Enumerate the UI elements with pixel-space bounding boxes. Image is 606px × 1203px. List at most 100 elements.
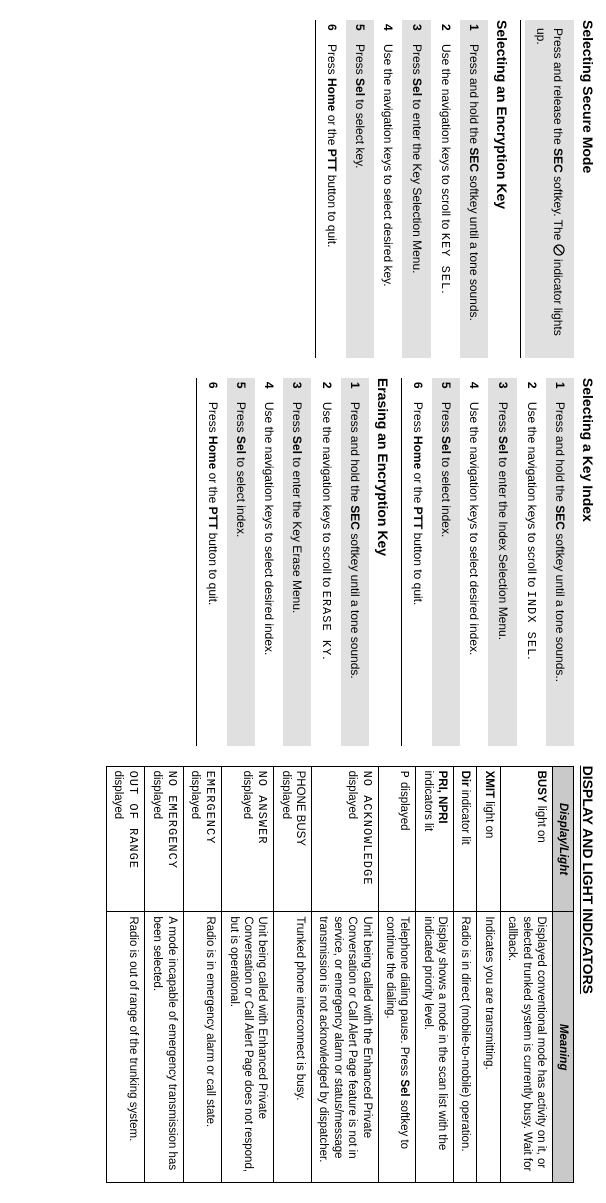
step-row: 5Press Sel to select key. bbox=[346, 20, 374, 358]
step-text: Use the navigation keys to scroll to ERA… bbox=[318, 402, 335, 742]
step-number: 3 bbox=[408, 24, 424, 44]
step-number: 6 bbox=[324, 24, 340, 44]
cell-meaning: Radio is out of range of the trunking sy… bbox=[107, 912, 145, 1183]
step-row: 3Press Sel to enter the Index Selection … bbox=[488, 378, 516, 746]
divider bbox=[401, 378, 402, 746]
step-number: 2 bbox=[524, 382, 540, 402]
table-row: Dir indicator litRadio is in direct (mob… bbox=[454, 766, 477, 1182]
step-number: 2 bbox=[319, 382, 335, 402]
cell-display: Dir indicator lit bbox=[454, 766, 477, 912]
cell-display: EMERGENCYdisplayed bbox=[183, 766, 221, 912]
col-header-meaning: Meaning bbox=[553, 912, 574, 1183]
step-row: 6Press Home or the PTT button to quit. bbox=[318, 20, 346, 358]
text: softkey. The bbox=[551, 173, 565, 244]
step-text: Press Home or the PTT button to quit. bbox=[205, 402, 221, 742]
cell-display: XMIT light on bbox=[477, 766, 500, 912]
table-row: EMERGENCYdisplayedRadio is in emergency … bbox=[183, 766, 221, 1182]
step-row: 2Use the navigation keys to scroll to ER… bbox=[312, 378, 341, 746]
indicator-table: Display/Light Meaning BUSY light onDispl… bbox=[106, 766, 574, 1183]
step-text: Press Sel to select index. bbox=[233, 402, 249, 742]
step-text: Press and hold the SEC softkey until a t… bbox=[552, 402, 568, 742]
cell-display: PHONE BUSYdisplayed bbox=[274, 766, 312, 912]
table-row: PHONE BUSYdisplayedTrunked phone interco… bbox=[274, 766, 312, 1182]
step-row: 4Use the navigation keys to select desir… bbox=[374, 20, 402, 358]
column-secure-mode: Selecting Secure Mode Press and release … bbox=[10, 10, 596, 368]
cell-display: BUSY light on bbox=[500, 766, 552, 912]
step-row: 3Press Sel to enter the Key Erase Menu. bbox=[283, 378, 311, 746]
step-text: Press Sel to enter the Key Erase Menu. bbox=[289, 402, 305, 742]
step-text: Press and hold the SEC softkey until a t… bbox=[466, 44, 482, 354]
step-number: 4 bbox=[380, 24, 396, 44]
cell-meaning: Telephone dialing pause. Press Sel softk… bbox=[378, 912, 416, 1183]
cell-meaning: Indicates you are transmitting. bbox=[477, 912, 500, 1183]
heading-selecting-key-index: Selecting a Key Index bbox=[580, 378, 596, 746]
divider bbox=[196, 378, 197, 746]
step-number: 1 bbox=[552, 382, 568, 402]
cell-display: P displayed bbox=[378, 766, 416, 912]
cell-display: NO ANSWERdisplayed bbox=[222, 766, 274, 912]
step-text: Use the navigation keys to select desire… bbox=[466, 402, 482, 742]
step-number: 5 bbox=[438, 382, 454, 402]
sec-label: SEC bbox=[551, 148, 565, 173]
heading-selecting-secure-mode: Selecting Secure Mode bbox=[580, 20, 596, 358]
cell-meaning: A mode incapable of emergency transmissi… bbox=[145, 912, 183, 1183]
step-text: Press Sel to select index. bbox=[438, 402, 454, 742]
step-row: 6Press Home or the PTT button to quit. bbox=[199, 378, 227, 746]
step-number: 2 bbox=[438, 24, 454, 44]
heading-display-light-indicators: DISPLAY AND LIGHT INDICATORS bbox=[580, 766, 596, 1183]
table-row: P displayedTelephone dialing pause. Pres… bbox=[378, 766, 416, 1182]
step-number: 1 bbox=[347, 382, 363, 402]
step-row: 1Press and hold the SEC softkey until a … bbox=[341, 378, 369, 746]
step-number: 4 bbox=[466, 382, 482, 402]
cell-meaning: Unit being called with the Enhanced Priv… bbox=[312, 912, 379, 1183]
column-key-index: Selecting a Key Index 1Press and hold th… bbox=[10, 368, 596, 756]
cell-display: PRI, NPRIindicators lit bbox=[416, 766, 454, 912]
cell-meaning: Trunked phone interconnect is busy. bbox=[274, 912, 312, 1183]
steps-encryption-key: 1Press and hold the SEC softkey until a … bbox=[318, 20, 488, 358]
cell-display: OUT OF RANGEdisplayed bbox=[107, 766, 145, 912]
cell-display: NO ACKNOWLEDGEdisplayed bbox=[312, 766, 379, 912]
step-text: Use the navigation keys to scroll to KEY… bbox=[437, 44, 454, 354]
secure-indicator-icon bbox=[549, 244, 565, 256]
page: Selecting Secure Mode Press and release … bbox=[0, 0, 606, 1203]
step-number: 6 bbox=[410, 382, 426, 402]
divider bbox=[315, 20, 316, 358]
step-number: 3 bbox=[494, 382, 510, 402]
secure-mode-instruction: Press and release the SEC softkey. The i… bbox=[525, 20, 574, 358]
steps-key-index: 1Press and hold the SEC softkey until a … bbox=[404, 378, 574, 746]
cell-meaning: Displayed conventional mode has activity… bbox=[500, 912, 552, 1183]
heading-selecting-encryption-key: Selecting an Encryption Key bbox=[494, 20, 510, 358]
table-row: BUSY light onDisplayed conventional mode… bbox=[500, 766, 552, 1182]
step-row: 2Use the navigation keys to scroll to IN… bbox=[517, 378, 546, 746]
step-text: Press Home or the PTT button to quit. bbox=[410, 402, 426, 742]
step-number: 6 bbox=[205, 382, 221, 402]
step-text: Use the navigation keys to select desire… bbox=[380, 44, 396, 354]
table-row: NO ACKNOWLEDGEdisplayedUnit being called… bbox=[312, 766, 379, 1182]
step-text: Press Sel to enter the Key Selection Men… bbox=[408, 44, 424, 354]
step-text: Press Sel to enter the Index Selection M… bbox=[494, 402, 510, 742]
table-row: PRI, NPRIindicators litDisplay shows a m… bbox=[416, 766, 454, 1182]
steps-erase-key: 1Press and hold the SEC softkey until a … bbox=[199, 378, 369, 746]
cell-meaning: Radio is in direct (mobile-to-mobile) op… bbox=[454, 912, 477, 1183]
cell-display: NO EMERGENCYdisplayed bbox=[145, 766, 183, 912]
step-text: Press and hold the SEC softkey until a t… bbox=[347, 402, 363, 742]
step-row: 3Press Sel to enter the Key Selection Me… bbox=[402, 20, 430, 358]
heading-erasing-encryption-key: Erasing an Encryption Key bbox=[375, 378, 391, 746]
column-display-indicators: DISPLAY AND LIGHT INDICATORS Display/Lig… bbox=[10, 756, 596, 1193]
cell-meaning: Display shows a mode in the scan list wi… bbox=[416, 912, 454, 1183]
step-row: 6Press Home or the PTT button to quit. bbox=[404, 378, 432, 746]
text: Press and release the bbox=[551, 28, 565, 148]
divider bbox=[520, 20, 521, 358]
table-row: NO ANSWERdisplayedUnit being called with… bbox=[222, 766, 274, 1182]
step-text: Use the navigation keys to scroll to IND… bbox=[523, 402, 540, 742]
step-number: 4 bbox=[261, 382, 277, 402]
step-text: Press Sel to select key. bbox=[352, 44, 368, 354]
step-text: Press Home or the PTT button to quit. bbox=[324, 44, 340, 354]
step-row: 4Use the navigation keys to select desir… bbox=[460, 378, 488, 746]
cell-meaning: Radio is in emergency alarm or call stat… bbox=[183, 912, 221, 1183]
step-row: 1Press and hold the SEC softkey until a … bbox=[460, 20, 488, 358]
step-text: Use the navigation keys to select desire… bbox=[261, 402, 277, 742]
cell-meaning: Unit being called with Enhanced Private … bbox=[222, 912, 274, 1183]
step-row: 5Press Sel to select index. bbox=[432, 378, 460, 746]
table-row: OUT OF RANGEdisplayedRadio is out of ran… bbox=[107, 766, 145, 1182]
